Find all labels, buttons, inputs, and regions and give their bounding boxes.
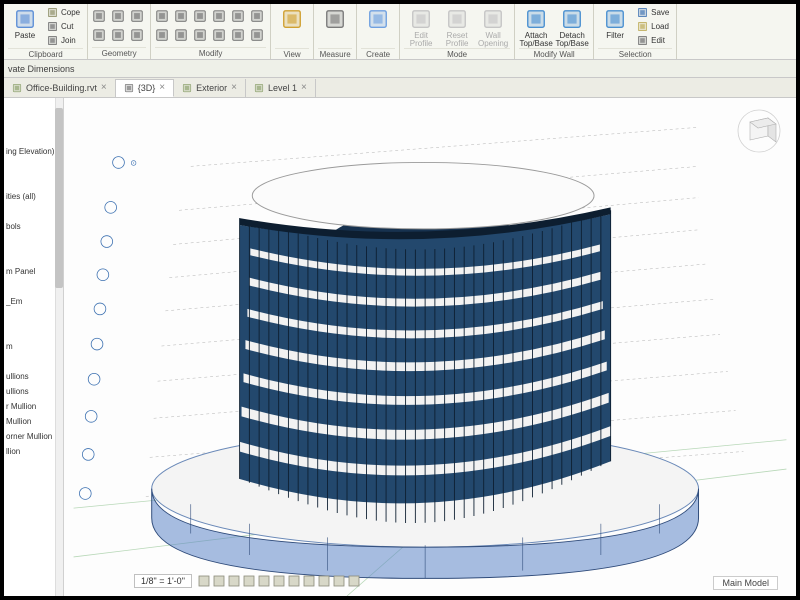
reset-profile-button: Reset Profile <box>440 6 474 48</box>
extrude-tool[interactable] <box>92 9 108 25</box>
browser-item[interactable] <box>6 312 61 321</box>
browser-item[interactable]: ullions <box>6 387 61 396</box>
filter-button[interactable]: Filter <box>598 6 632 48</box>
browser-item[interactable]: m <box>6 342 61 351</box>
browser-item[interactable]: ing Elevation) <box>6 147 61 156</box>
browser-item[interactable] <box>6 237 61 246</box>
main: ing Elevation) ities (all) bols m Panel … <box>4 98 796 596</box>
view-control-g5[interactable] <box>258 575 270 587</box>
view-control-g11[interactable] <box>348 575 360 587</box>
3d-viewport[interactable]: ⊙ <box>64 98 796 596</box>
save-button[interactable]: Save <box>634 6 672 19</box>
browser-item[interactable]: ities (all) <box>6 192 61 201</box>
browser-item[interactable]: r Mullion <box>6 402 61 411</box>
ribbon: Paste Cope Cut JoinClipboard Geometry <box>4 4 796 60</box>
browser-item[interactable] <box>6 117 61 126</box>
detach-top/base-button[interactable]: Detach Top/Base <box>555 6 589 48</box>
rotate-tool[interactable] <box>193 9 209 25</box>
workset-selector[interactable]: Main Model <box>713 576 778 590</box>
scrollbar-thumb[interactable] <box>55 108 63 288</box>
view-control-g6[interactable] <box>273 575 285 587</box>
mirror-tool[interactable] <box>212 9 228 25</box>
view-control-g2[interactable] <box>213 575 225 587</box>
browser-item[interactable]: orner Mullion <box>6 432 61 441</box>
tab-exterior[interactable]: Exterior× <box>174 79 246 97</box>
view-control-bar: 1/8" = 1'-0" <box>134 572 360 590</box>
options-bar: vate Dimensions <box>4 60 796 78</box>
align-tool[interactable] <box>130 28 146 44</box>
svg-text:⊙: ⊙ <box>130 158 137 167</box>
viewcube[interactable] <box>736 108 782 154</box>
view-tab-bar: Office-Building.rvt× {3D}× Exterior× Lev… <box>4 78 796 98</box>
browser-item[interactable] <box>6 282 61 291</box>
paste-button[interactable]: Paste <box>8 6 42 48</box>
view-control-g7[interactable] <box>288 575 300 587</box>
browser-item[interactable]: bols <box>6 222 61 231</box>
project-browser-scrollbar[interactable] <box>55 98 63 596</box>
options-bar-label: vate Dimensions <box>8 64 75 74</box>
view-control-g4[interactable] <box>243 575 255 587</box>
browser-item[interactable] <box>6 327 61 336</box>
array-tool[interactable] <box>231 9 247 25</box>
unpin-tool[interactable] <box>250 28 266 44</box>
measure-button[interactable] <box>318 6 352 48</box>
cut-button[interactable]: Cut <box>44 20 83 33</box>
project-browser[interactable]: ing Elevation) ities (all) bols m Panel … <box>4 98 64 596</box>
offset-tool[interactable] <box>212 28 228 44</box>
split-tool[interactable] <box>193 28 209 44</box>
wall-opening-button: Wall Opening <box>476 6 510 48</box>
trim-tool[interactable] <box>155 28 171 44</box>
sweep-tool[interactable] <box>130 9 146 25</box>
view-control-g9[interactable] <box>318 575 330 587</box>
blend-tool[interactable] <box>92 28 108 44</box>
view-control-g3[interactable] <box>228 575 240 587</box>
pin-tool[interactable] <box>231 28 247 44</box>
browser-item[interactable] <box>6 177 61 186</box>
browser-item[interactable]: _Em <box>6 297 61 306</box>
browser-item[interactable]: ullions <box>6 372 61 381</box>
pick-tool[interactable] <box>111 28 127 44</box>
cope-button[interactable]: Cope <box>44 6 83 19</box>
browser-item[interactable] <box>6 207 61 216</box>
browser-item[interactable] <box>6 132 61 141</box>
browser-item[interactable]: m Panel <box>6 267 61 276</box>
view-control-g10[interactable] <box>333 575 345 587</box>
browser-item[interactable] <box>6 252 61 261</box>
edit-button[interactable]: Edit <box>634 34 672 47</box>
copy-tool[interactable] <box>174 9 190 25</box>
close-icon[interactable]: × <box>159 82 165 93</box>
browser-item[interactable] <box>6 357 61 366</box>
view-button[interactable] <box>275 6 309 48</box>
close-icon[interactable]: × <box>301 82 307 93</box>
create-button[interactable] <box>361 6 395 48</box>
scale-tool[interactable] <box>250 9 266 25</box>
move-tool[interactable] <box>155 9 171 25</box>
view-control-g1[interactable] <box>198 575 210 587</box>
browser-item[interactable] <box>6 162 61 171</box>
close-icon[interactable]: × <box>231 82 237 93</box>
tab-office-buildingrvt[interactable]: Office-Building.rvt× <box>4 79 116 97</box>
browser-item[interactable]: Mullion <box>6 417 61 426</box>
building-view: ⊙ <box>64 98 796 596</box>
extend-tool[interactable] <box>174 28 190 44</box>
scale-selector[interactable]: 1/8" = 1'-0" <box>134 574 192 588</box>
attach-top/base-button[interactable]: Attach Top/Base <box>519 6 553 48</box>
join-button[interactable]: Join <box>44 34 83 47</box>
view-control-g8[interactable] <box>303 575 315 587</box>
tab-level1[interactable]: Level 1× <box>246 79 316 97</box>
load-button[interactable]: Load <box>634 20 672 33</box>
edit-profile-button: Edit Profile <box>404 6 438 48</box>
tab-3d[interactable]: {3D}× <box>116 79 174 97</box>
void-tool[interactable] <box>111 9 127 25</box>
close-icon[interactable]: × <box>101 82 107 93</box>
browser-item[interactable]: llion <box>6 447 61 456</box>
browser-item[interactable] <box>6 102 61 111</box>
